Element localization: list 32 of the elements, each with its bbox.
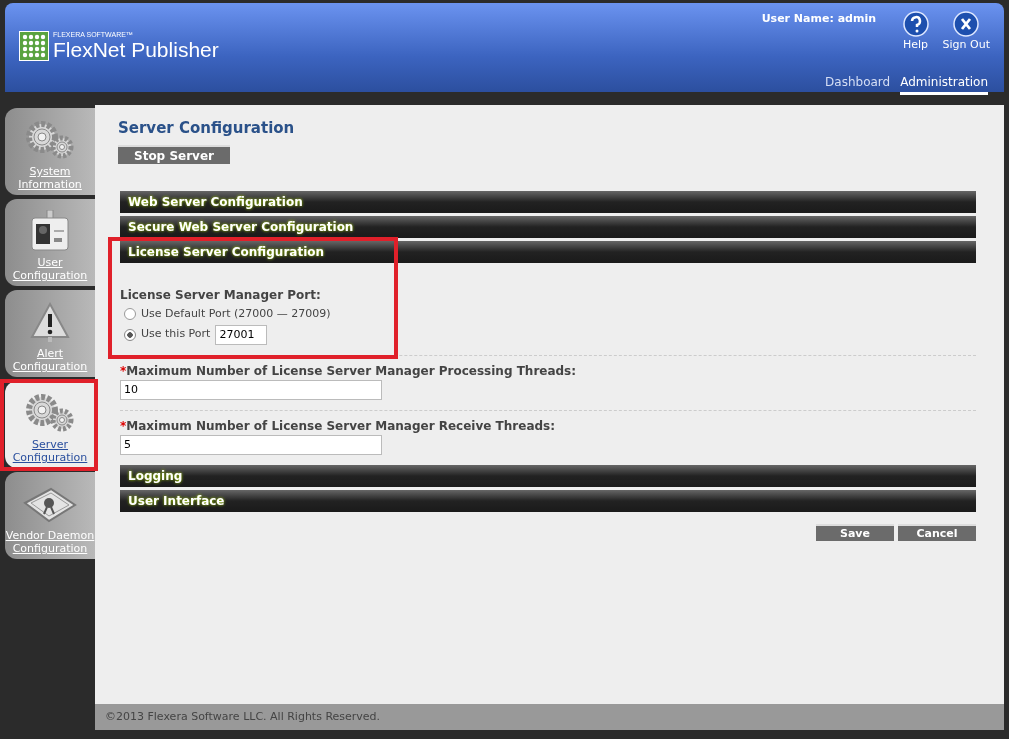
page-title: Server Configuration (118, 119, 296, 137)
copyright-footer: ©2013 Flexera Software LLC. All Rights Reserved. (95, 704, 1004, 730)
section-header[interactable]: Logging (120, 464, 976, 487)
section-header[interactable]: Web Server Configuration (120, 191, 976, 213)
text-input[interactable]: 5 (120, 434, 382, 455)
radio-button[interactable] (124, 308, 136, 321)
port-input[interactable]: 27001 (215, 324, 268, 345)
text-input[interactable]: 10 (120, 379, 382, 400)
id-badge-icon (30, 210, 70, 252)
option-label: Use this Port (141, 326, 211, 343)
warning-icon (29, 301, 71, 343)
section-header[interactable]: Secure Web Server Configuration (120, 216, 976, 238)
field-label: *Maximum Number of License Server Manager Processing Threads: (120, 362, 578, 380)
help-icon (902, 11, 929, 37)
brand-name: FlexNet Publisher (53, 38, 219, 62)
sign-out-button[interactable]: Sign Out (942, 11, 990, 54)
grid-logo-icon (19, 31, 49, 62)
user-name-label: User Name: admin (761, 11, 876, 27)
stop-server-button[interactable]: Stop Server (118, 145, 230, 164)
nav-tab[interactable]: Dashboard (825, 73, 891, 95)
cancel-button[interactable]: Cancel (898, 523, 976, 541)
close-icon (953, 11, 980, 37)
nav-tab[interactable]: Administration (900, 73, 988, 95)
help-button[interactable]: Help (902, 11, 929, 54)
radio-button[interactable] (124, 328, 136, 341)
save-button[interactable]: Save (816, 523, 894, 541)
section-header[interactable]: License Server Configuration (120, 241, 976, 263)
certificate-icon (21, 485, 79, 525)
field-label: *Maximum Number of License Server Manager Receive Threads: (120, 417, 557, 435)
option-label: Use Default Port (27000 — 27009) (141, 306, 331, 322)
field-label: License Server Manager Port: (120, 287, 322, 304)
section-header[interactable]: User Interface (120, 489, 976, 512)
